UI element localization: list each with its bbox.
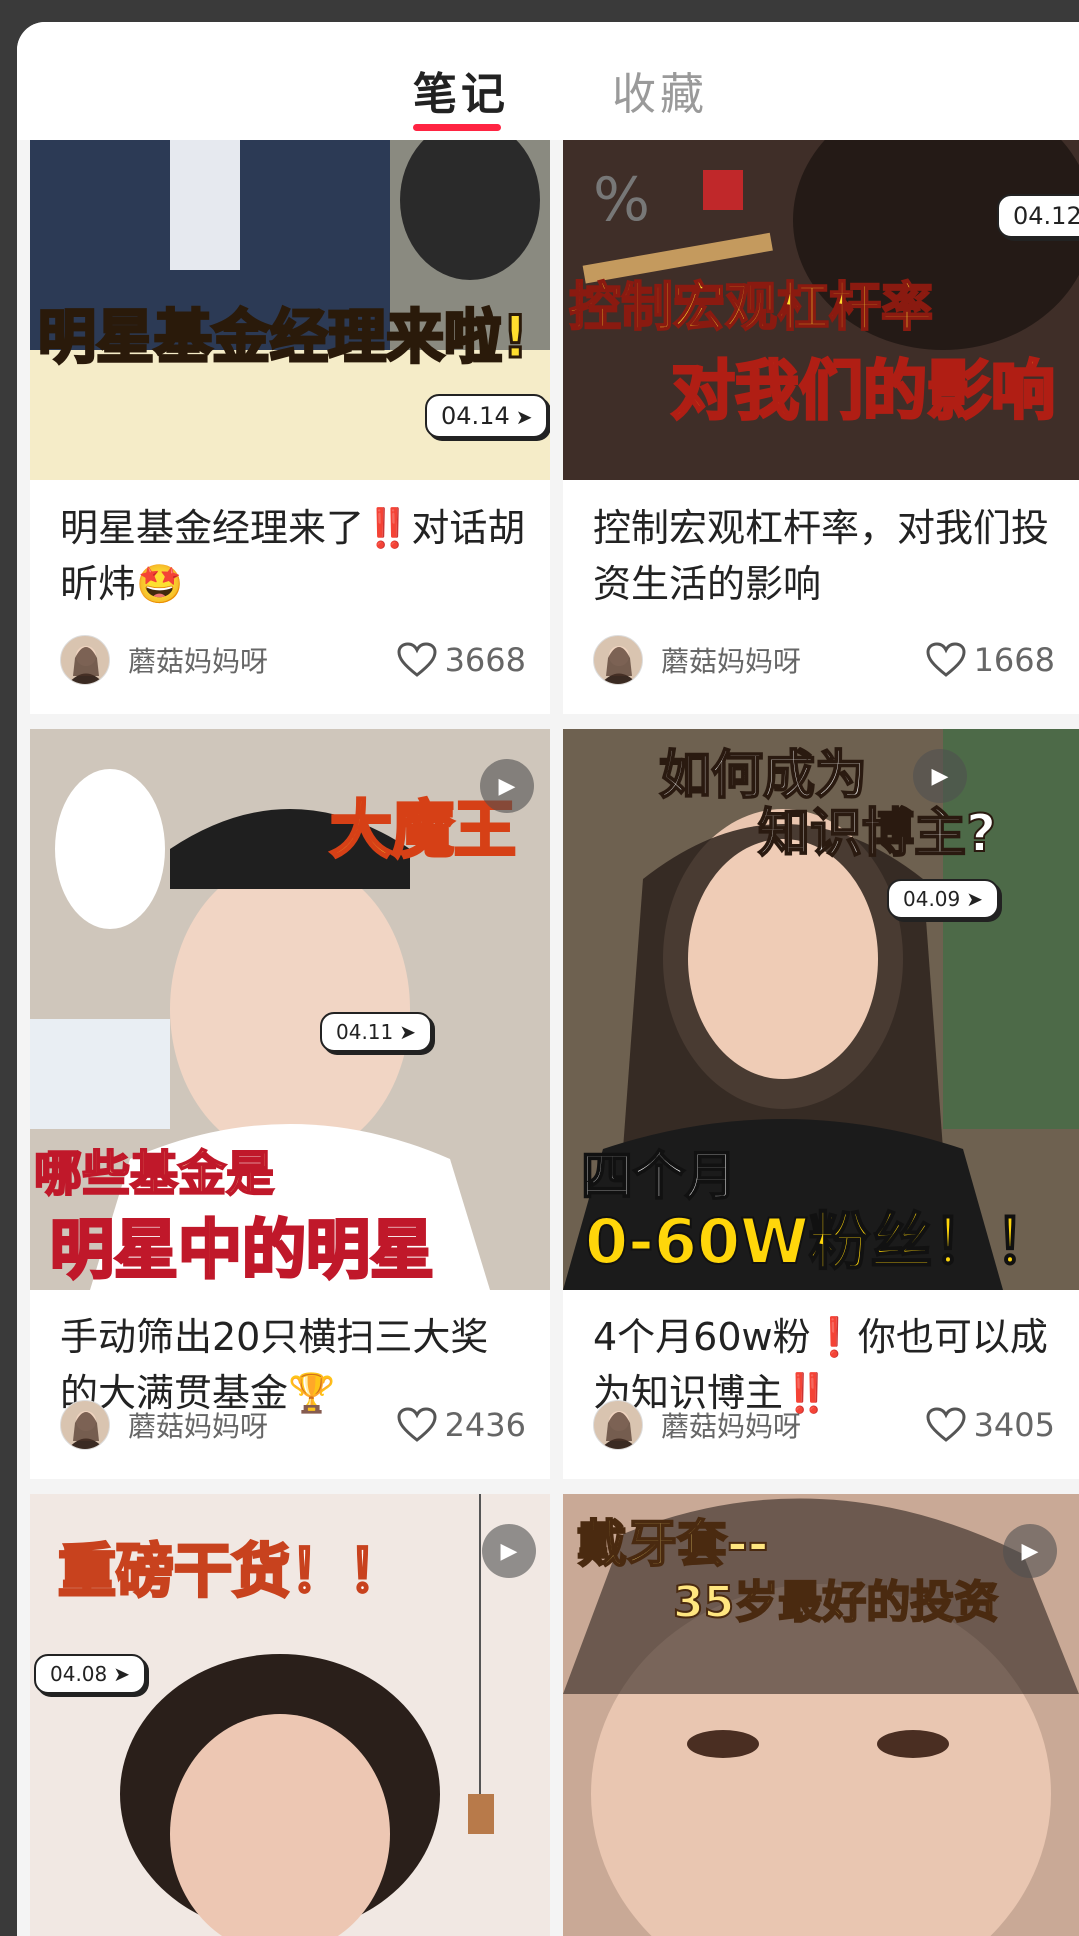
- cover-caption-bottom: 0-60W粉丝！！: [584, 1204, 1058, 1279]
- author-avatar[interactable]: [593, 1400, 643, 1450]
- note-card[interactable]: 重磅干货！！ 04.08 ➤ ▶: [30, 1494, 550, 1936]
- tab-favorites[interactable]: 收藏: [612, 58, 708, 122]
- note-meta: 蘑菇妈妈呀 2436: [60, 1399, 526, 1451]
- cover-headline: 哪些基金是: [33, 1145, 275, 1203]
- note-card[interactable]: 明星基金经理来啦! 04.14 ➤ 明星基金经理来了‼️对话胡昕炜🤩 蘑菇妈妈呀 …: [30, 140, 550, 714]
- note-meta: 蘑菇妈妈呀 3405: [593, 1399, 1055, 1451]
- like-button[interactable]: 2436: [397, 1406, 526, 1444]
- note-meta: 蘑菇妈妈呀 1668: [593, 634, 1055, 686]
- note-cover-image: 戴牙套-- 35岁最好的投资 ▶: [563, 1494, 1079, 1936]
- like-count: 3668: [444, 641, 526, 679]
- active-tab-indicator: [413, 124, 501, 131]
- date-text: 04.14: [441, 402, 510, 430]
- cursor-icon: ➤: [113, 1662, 131, 1686]
- cover-headline: 明星基金经理来啦!: [36, 302, 529, 373]
- like-button[interactable]: 1668: [926, 641, 1055, 679]
- date-text: 04.08: [50, 1662, 108, 1686]
- cursor-icon: ➤: [966, 887, 984, 911]
- cover-headline: 重磅干货！！: [56, 1536, 407, 1607]
- like-count: 2436: [444, 1406, 526, 1444]
- date-badge: 04.14 ➤: [425, 394, 549, 438]
- note-card[interactable]: 戴牙套-- 35岁最好的投资 ▶: [563, 1494, 1079, 1936]
- like-button[interactable]: 3405: [926, 1406, 1055, 1444]
- note-cover-image: 如何成为 知识博主? 四个月 0-60W粉丝！！ 04.09 ➤ ▶: [563, 729, 1079, 1290]
- author-name[interactable]: 蘑菇妈妈呀: [661, 640, 926, 680]
- date-text: 04.09: [903, 887, 961, 911]
- like-count: 1668: [973, 641, 1055, 679]
- cover-subheadline: 知识博主?: [757, 803, 997, 865]
- author-avatar[interactable]: [60, 635, 110, 685]
- note-meta: 蘑菇妈妈呀 3668: [60, 634, 526, 686]
- author-name[interactable]: 蘑菇妈妈呀: [128, 640, 397, 680]
- cover-subheadline: 明星中的明星: [49, 1213, 436, 1290]
- svg-text:%: %: [593, 165, 650, 235]
- heart-icon: [397, 642, 437, 677]
- date-badge: 04.08 ➤: [34, 1654, 147, 1694]
- play-icon: ▶: [482, 1524, 536, 1578]
- note-cover-image: 大魔王 哪些基金是 明星中的明星 04.11 ➤ ▶: [30, 729, 550, 1290]
- cursor-icon: ➤: [515, 405, 533, 429]
- tab-notes[interactable]: 笔记: [413, 58, 509, 122]
- author-avatar[interactable]: [60, 1400, 110, 1450]
- note-card[interactable]: % 控制宏观杠杆率 对我们的影响 04.12 控制宏观杠杆率，对我们投资生活的影…: [563, 140, 1079, 714]
- author-avatar[interactable]: [593, 635, 643, 685]
- heart-icon: [926, 1407, 966, 1442]
- cover-subheadline: 35岁最好的投资: [672, 1576, 999, 1629]
- play-icon: ▶: [1003, 1524, 1057, 1578]
- note-cover-image: % 控制宏观杠杆率 对我们的影响 04.12: [563, 140, 1079, 480]
- date-text: 04.11: [336, 1020, 394, 1044]
- heart-icon: [926, 642, 966, 677]
- cover-headline: 控制宏观杠杆率: [568, 277, 934, 339]
- play-icon: ▶: [913, 749, 967, 803]
- author-name[interactable]: 蘑菇妈妈呀: [128, 1405, 397, 1445]
- heart-icon: [397, 1407, 437, 1442]
- tab-bar: 笔记 收藏: [17, 22, 1079, 140]
- note-cover-image: 明星基金经理来啦! 04.14 ➤: [30, 140, 550, 480]
- cursor-icon: ➤: [399, 1020, 417, 1044]
- profile-sheet: 笔记 收藏 明星基金经理来啦! 04.14➤ 明星基金经理来了‼️对话胡昕炜🤩: [17, 22, 1079, 1936]
- date-badge: 04.09 ➤: [887, 879, 1000, 919]
- like-count: 3405: [973, 1406, 1055, 1444]
- note-card[interactable]: 如何成为 知识博主? 四个月 0-60W粉丝！！ 04.09 ➤ ▶ 4个月60w…: [563, 729, 1079, 1479]
- cover-subheadline: 对我们的影响: [670, 354, 1057, 431]
- note-cover-image: 重磅干货！！ 04.08 ➤ ▶: [30, 1494, 550, 1936]
- note-card[interactable]: 大魔王 哪些基金是 明星中的明星 04.11 ➤ ▶ 手动筛出20只横扫三大奖的大…: [30, 729, 550, 1479]
- note-title: 明星基金经理来了‼️对话胡昕炜🤩: [60, 506, 526, 606]
- like-button[interactable]: 3668: [397, 641, 526, 679]
- note-title: 控制宏观杠杆率，对我们投资生活的影响: [593, 506, 1050, 606]
- date-badge: 04.12: [997, 194, 1079, 238]
- play-icon: ▶: [480, 759, 534, 813]
- author-name[interactable]: 蘑菇妈妈呀: [661, 1405, 926, 1445]
- date-badge: 04.11 ➤: [320, 1012, 433, 1052]
